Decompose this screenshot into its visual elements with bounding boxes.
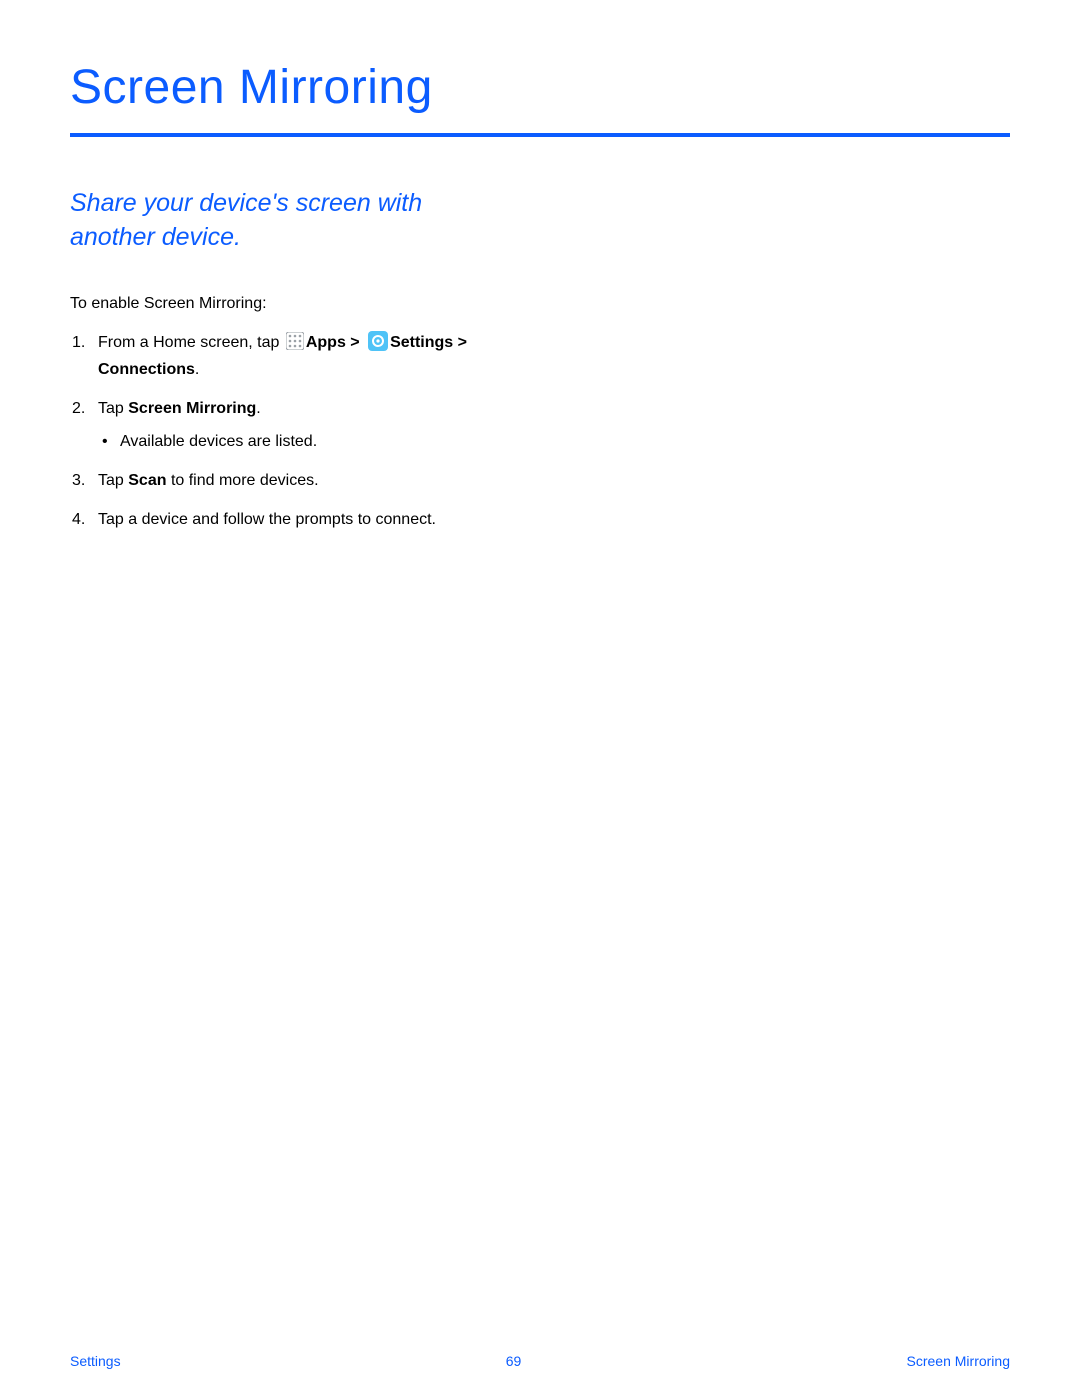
step-1-sep: > bbox=[346, 334, 364, 351]
step-2-sub-1: Available devices are listed. bbox=[98, 430, 500, 453]
step-2: Tap Screen Mirroring. Available devices … bbox=[70, 397, 500, 453]
step-3-bold: Scan bbox=[128, 472, 166, 489]
apps-grid-icon bbox=[286, 332, 304, 357]
step-1-apps-label: Apps bbox=[306, 334, 346, 351]
page-subtitle: Share your device's screen with another … bbox=[70, 187, 500, 255]
footer-right: Screen Mirroring bbox=[907, 1353, 1010, 1369]
document-page: Screen Mirroring Share your device's scr… bbox=[0, 0, 1080, 1397]
step-3: Tap Scan to find more devices. bbox=[70, 469, 500, 492]
step-3-prefix: Tap bbox=[98, 472, 128, 489]
step-1-prefix: From a Home screen, tap bbox=[98, 334, 284, 351]
steps-list: From a Home screen, tap Apps > Settings … bbox=[70, 331, 500, 532]
page-title: Screen Mirroring bbox=[70, 60, 1010, 115]
intro-text: To enable Screen Mirroring: bbox=[70, 295, 500, 313]
step-2-period: . bbox=[256, 400, 260, 417]
step-3-tail: to find more devices. bbox=[167, 472, 319, 489]
step-1-settings-label: Settings bbox=[390, 334, 453, 351]
title-rule bbox=[70, 133, 1010, 137]
page-footer: Settings 69 Screen Mirroring bbox=[70, 1353, 1010, 1369]
footer-left: Settings bbox=[70, 1353, 121, 1369]
step-1-period: . bbox=[195, 361, 199, 378]
step-2-prefix: Tap bbox=[98, 400, 128, 417]
footer-page-number: 69 bbox=[506, 1353, 522, 1369]
settings-gear-icon bbox=[368, 331, 388, 358]
step-2-bold: Screen Mirroring bbox=[128, 400, 256, 417]
step-2-sublist: Available devices are listed. bbox=[98, 430, 500, 453]
step-4: Tap a device and follow the prompts to c… bbox=[70, 508, 500, 531]
content-column: Share your device's screen with another … bbox=[70, 187, 500, 532]
step-1: From a Home screen, tap Apps > Settings … bbox=[70, 331, 500, 381]
